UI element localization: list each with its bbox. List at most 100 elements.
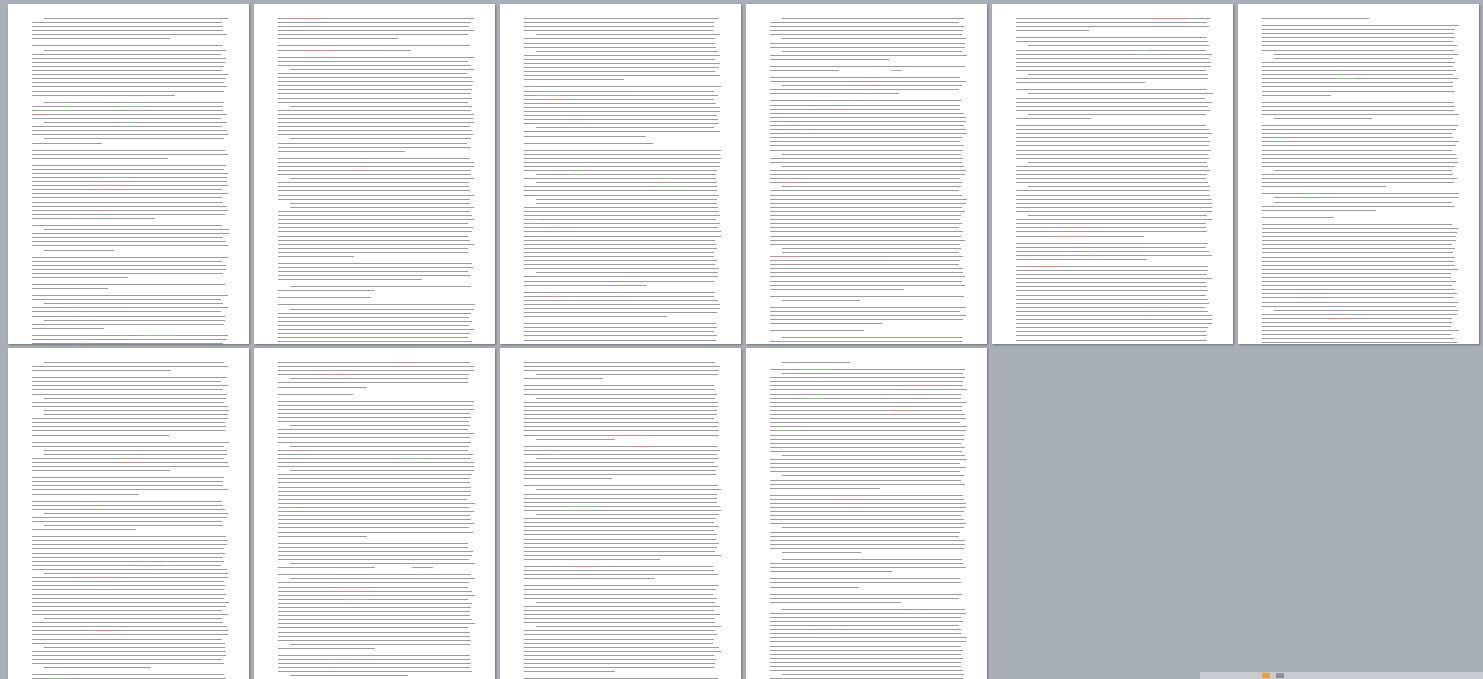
document-page[interactable]: Понятие о сотрудничестве и активной пози…	[500, 4, 741, 344]
text-line	[278, 416, 471, 418]
text-line	[278, 97, 472, 99]
text-line	[278, 93, 471, 95]
text-line	[32, 430, 225, 432]
text-line	[770, 104, 961, 106]
text-line	[44, 101, 225, 103]
text-line	[278, 150, 406, 152]
text-line	[32, 134, 229, 136]
highlighted-word	[339, 590, 366, 592]
document-page[interactable]: Ролевые интересы участников и организаци…	[254, 4, 495, 344]
text-line	[524, 385, 715, 387]
text-line	[770, 511, 965, 513]
text-line	[770, 616, 962, 618]
text-line	[770, 284, 965, 286]
document-page[interactable]: Специфика оценки результатов обучения.	[500, 348, 741, 679]
document-page[interactable]: Методы и приёмы организации учебной деят…	[8, 348, 249, 679]
highlighted-word	[851, 85, 876, 87]
text-line	[1262, 105, 1456, 107]
text-line	[524, 378, 604, 380]
text-line	[524, 190, 718, 192]
text-line	[770, 210, 966, 212]
text-line	[1262, 124, 1458, 126]
text-line	[770, 22, 960, 24]
document-page[interactable]: Преподавательские и ведущие, воспитатель…	[8, 4, 249, 344]
text-line	[32, 217, 156, 219]
document-page[interactable]: Обобщение и выводы по изученному материа…	[746, 348, 987, 679]
text-line	[278, 590, 472, 592]
text-line	[524, 186, 718, 188]
text-line	[524, 251, 714, 253]
text-line	[770, 219, 961, 221]
highlighted-word	[803, 397, 825, 399]
text-line	[770, 519, 965, 521]
text-line	[770, 276, 966, 278]
text-line	[1016, 61, 1211, 63]
text-line	[770, 206, 962, 208]
text-line	[278, 329, 474, 330]
text-line	[770, 578, 961, 580]
zoom-icon[interactable]	[1276, 673, 1284, 678]
text-line	[770, 547, 965, 549]
text-line	[524, 327, 718, 329]
text-line	[32, 385, 228, 387]
text-line	[44, 362, 225, 363]
text-line	[1262, 25, 1459, 26]
text-line	[524, 123, 719, 125]
text-line	[32, 94, 176, 96]
text-line	[278, 546, 468, 548]
view-mode-icon[interactable]	[1262, 673, 1270, 678]
text-line	[32, 493, 139, 495]
text-line	[782, 362, 850, 363]
text-line	[278, 72, 468, 74]
text-line	[278, 231, 473, 233]
text-line	[32, 613, 229, 615]
highlighted-word	[141, 334, 175, 336]
text-line	[524, 75, 721, 77]
document-page[interactable]: Индивидуальные и групповые формы работы …	[746, 4, 987, 344]
text-line	[1016, 198, 1213, 200]
document-page[interactable]: Особенности развития коммуникативных уме…	[1238, 4, 1479, 344]
text-line	[524, 485, 719, 487]
text-line	[32, 504, 223, 506]
text-line	[770, 507, 967, 508]
text-line	[44, 249, 114, 251]
text-line	[524, 574, 718, 576]
text-line	[770, 645, 962, 647]
text-line	[524, 505, 720, 507]
highlighted-word	[564, 505, 598, 507]
text-line	[536, 626, 721, 628]
text-line	[278, 606, 471, 608]
highlighted-word	[163, 564, 175, 566]
document-page[interactable]: Роль педагога в развитии самостоятельнос…	[254, 348, 495, 679]
text-line	[1016, 250, 1210, 252]
page-text: Ролевые интересы участников и организаци…	[254, 4, 255, 5]
text-line	[278, 60, 468, 62]
text-line	[1028, 215, 1208, 217]
text-line	[278, 393, 353, 395]
text-line	[32, 26, 223, 28]
text-line	[278, 227, 473, 229]
document-page[interactable]: Характеристика этапов формирования лично…	[992, 4, 1233, 344]
highlighted-word	[76, 343, 93, 344]
text-line	[1016, 101, 1212, 103]
text-line	[32, 78, 226, 80]
text-line	[770, 178, 960, 180]
highlighted-word	[140, 560, 151, 562]
text-line	[32, 45, 223, 47]
text-line	[278, 457, 472, 459]
text-line	[524, 316, 668, 318]
text-line	[770, 295, 965, 297]
text-line	[32, 422, 226, 424]
text-line	[1262, 240, 1456, 242]
text-line	[1262, 205, 1455, 207]
text-line	[1016, 282, 1207, 284]
highlighted-word	[777, 120, 788, 122]
text-line	[770, 46, 965, 48]
text-line	[1016, 254, 1212, 256]
text-line	[278, 161, 475, 163]
text-line	[770, 586, 859, 588]
text-line	[770, 42, 965, 44]
text-line	[32, 256, 229, 258]
text-line	[32, 674, 225, 676]
text-line	[1262, 137, 1453, 139]
